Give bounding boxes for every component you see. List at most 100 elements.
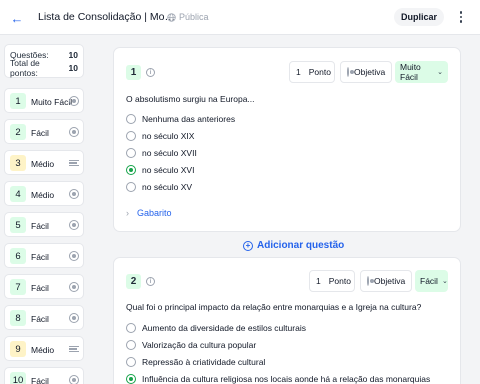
radio-type-icon: [367, 276, 374, 286]
answer-option[interactable]: Repressão à criatividade cultural: [126, 355, 265, 369]
difficulty-dropdown[interactable]: Muito Fácil ⌄: [395, 61, 448, 83]
radio-empty-icon: [126, 131, 136, 141]
question-nav-level: Fácil: [31, 221, 49, 231]
answer-option[interactable]: Influência da cultura religiosa nos loca…: [126, 372, 430, 384]
question-nav-number: 6: [10, 248, 26, 264]
question-nav-level: Fácil: [31, 252, 49, 262]
answer-key-label: Gabarito: [137, 208, 172, 218]
points-label: Ponto: [328, 276, 351, 286]
page-title: Lista de Consolidação | Mo…: [38, 11, 175, 23]
chevron-down-icon: ⌄: [441, 278, 448, 285]
answer-option[interactable]: Aumento da diversidade de estilos cultur…: [126, 321, 306, 335]
points-value: 1: [296, 67, 301, 77]
quiz-summary: Questões: 10 Total de pontos: 10: [4, 44, 84, 78]
points-field[interactable]: 1 Ponto: [309, 270, 355, 292]
question-nav-number: 1: [10, 93, 26, 109]
question-nav-number: 3: [10, 155, 26, 171]
info-icon[interactable]: i: [146, 68, 155, 77]
answer-option[interactable]: no século XIX: [126, 129, 194, 143]
question-nav-item[interactable]: 10 Fácil: [4, 367, 84, 384]
radio-icon: [69, 220, 79, 230]
difficulty-label: Muito Fácil: [400, 62, 421, 82]
total-points-label: Total de pontos:: [10, 57, 40, 78]
question-text: O absolutismo surgiu na Europa...: [126, 94, 255, 104]
info-icon[interactable]: i: [146, 277, 155, 286]
difficulty-label: Fácil: [420, 276, 438, 286]
question-nav-level: Fácil: [31, 376, 49, 384]
radio-icon: [69, 313, 79, 323]
question-nav-item[interactable]: 7 Fácil: [4, 274, 84, 299]
answer-option-label: no século XV: [142, 182, 193, 192]
question-nav-item[interactable]: 6 Fácil: [4, 243, 84, 268]
questions-count-value: 10: [68, 49, 78, 60]
question-nav-number: 5: [10, 217, 26, 233]
radio-empty-icon: [126, 357, 136, 367]
question-nav-number: 7: [10, 279, 26, 295]
add-question-label: Adicionar questão: [257, 240, 345, 251]
question-type-selector[interactable]: Objetiva: [340, 61, 392, 83]
question-nav-level: Fácil: [31, 128, 49, 138]
radio-empty-icon: [126, 148, 136, 158]
visibility-indicator: Pública: [167, 12, 209, 22]
radio-empty-icon: [126, 323, 136, 333]
question-nav-item[interactable]: 9 Médio: [4, 336, 84, 361]
answer-option-label: Repressão à criatividade cultural: [142, 357, 266, 367]
difficulty-dropdown[interactable]: Fácil ⌄: [415, 270, 448, 292]
question-nav-item[interactable]: 4 Médio: [4, 181, 84, 206]
radio-empty-icon: [126, 340, 136, 350]
answer-option[interactable]: no século XVII: [126, 146, 197, 160]
answer-option-label: Aumento da diversidade de estilos cultur…: [142, 323, 306, 333]
points-value: 1: [316, 276, 321, 286]
plus-circle-icon: +: [243, 240, 253, 251]
more-options-icon[interactable]: [455, 9, 467, 25]
question-nav-number: 10: [10, 372, 26, 384]
question-nav-item[interactable]: 3 Médio: [4, 150, 84, 175]
answer-option[interactable]: no século XVI: [126, 163, 194, 177]
question-type-label: Objetiva: [354, 67, 386, 77]
answer-option-label: Nenhuma das anteriores: [142, 114, 236, 124]
answer-key-toggle[interactable]: › Gabarito: [126, 208, 172, 218]
answer-option-label: Valorização da cultura popular: [142, 340, 257, 350]
question-nav-item[interactable]: 1 Muito Fácil: [4, 88, 84, 113]
question-nav-number: 9: [10, 341, 26, 357]
duplicate-button[interactable]: Duplicar: [394, 8, 444, 26]
question-nav-level: Fácil: [31, 314, 49, 324]
add-question-button[interactable]: + Adicionar questão: [243, 240, 344, 251]
radio-icon: [69, 96, 79, 106]
points-label: Ponto: [308, 67, 331, 77]
top-bar: ← Lista de Consolidação | Mo… Pública Du…: [0, 0, 480, 35]
radio-type-icon: [347, 67, 354, 77]
radio-selected-icon: [126, 165, 136, 175]
text-lines-icon: [69, 158, 79, 168]
question-nav-number: 4: [10, 186, 26, 202]
question-nav-number: 8: [10, 310, 26, 326]
question-nav-level: Médio: [31, 190, 55, 200]
radio-icon: [69, 251, 79, 261]
chevron-down-icon: ⌄: [437, 69, 443, 76]
answer-option[interactable]: Nenhuma das anteriores: [126, 112, 235, 126]
chevron-right-icon: ›: [126, 208, 129, 218]
back-arrow-icon[interactable]: ←: [8, 9, 26, 27]
radio-icon: [69, 282, 79, 292]
total-points-value: 10: [68, 62, 78, 73]
answer-option[interactable]: Valorização da cultura popular: [126, 338, 256, 352]
answer-option-label: no século XVI: [142, 165, 195, 175]
question-nav-item[interactable]: 8 Fácil: [4, 305, 84, 330]
radio-icon: [69, 189, 79, 199]
question-nav-item[interactable]: 2 Fácil: [4, 119, 84, 144]
answer-option-label: Influência da cultura religiosa nos loca…: [142, 374, 431, 384]
radio-empty-icon: [126, 114, 136, 124]
points-field[interactable]: 1 Ponto: [289, 61, 335, 83]
answer-option-label: no século XVII: [142, 148, 197, 158]
question-type-label: Objetiva: [374, 276, 406, 286]
question-type-selector[interactable]: Objetiva: [360, 270, 412, 292]
question-number-badge: 1: [126, 65, 141, 80]
answer-option[interactable]: no século XV: [126, 180, 192, 194]
question-number-badge: 2: [126, 274, 141, 289]
question-nav-item[interactable]: 5 Fácil: [4, 212, 84, 237]
radio-selected-icon: [126, 374, 136, 384]
question-card-2: 2 i 1 Ponto Objetiva Fácil ⌄ Qual foi o …: [113, 257, 461, 384]
visibility-label: Pública: [179, 12, 209, 22]
text-lines-icon: [69, 344, 79, 354]
question-card-1: 1 i 1 Ponto Objetiva Muito Fácil ⌄ O abs…: [113, 47, 461, 232]
